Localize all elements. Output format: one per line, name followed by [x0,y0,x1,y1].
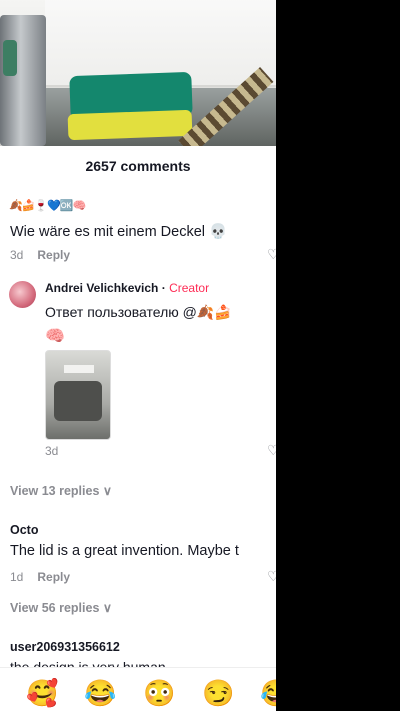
emoji-button[interactable]: 😂 [260,678,276,708]
like-heart-icon[interactable]: ♡ [267,246,276,262]
commenter-name-emoji[interactable]: 🍂🍰🍷💙🆗🧠 [9,199,86,212]
comment-text: Wie wäre es mit einem Deckel 💀 [10,224,228,240]
reply-author-name: Andrei Velichkevich [45,281,159,295]
emoji-button[interactable]: 🥰 [26,678,58,708]
screen: 2657 comments 🍂🍰🍷💙🆗🧠 Wie wäre es mit ein… [0,0,400,711]
reply-button[interactable]: Reply [37,248,70,262]
comment-date: 3d [10,248,24,262]
comment-meta: 3d Reply [10,248,70,262]
faucet [0,15,46,146]
view-replies-button[interactable]: View 56 replies ∨ [10,600,112,615]
creator-badge: Creator [169,281,210,295]
sponge-base [67,109,193,141]
comments-panel: 2657 comments 🍂🍰🍷💙🆗🧠 Wie wäre es mit ein… [0,0,276,711]
video-preview[interactable] [0,0,276,146]
emoji-button[interactable]: 😳 [143,678,175,708]
commenter-name[interactable]: Octo [10,523,38,537]
reply-button[interactable]: Reply [37,570,70,584]
comment-count: 2657 comments [85,158,191,174]
like-heart-icon[interactable]: ♡ [267,568,276,584]
reply-like-heart-icon[interactable]: ♡ [267,442,276,458]
emoji-button[interactable]: 😂 [84,678,116,708]
emoji-reaction-bar: 🥰 😂 😳 😏 😂 [0,667,276,711]
reply-text: Ответ пользователю @🍂🍰 [45,304,232,320]
commenter-name[interactable]: user206931356612 [10,640,120,654]
emoji-button[interactable]: 😏 [202,678,234,708]
view-replies-button[interactable]: View 13 replies ∨ [10,483,112,498]
reply-video-thumbnail[interactable] [45,350,111,440]
comment-text-cut: the design is very human [10,660,166,667]
thumb-highlight [64,365,94,373]
reply-author[interactable]: Andrei Velichkevich · Creator [45,281,209,295]
comment-date: 1d [10,570,24,584]
brain-emoji: 🧠 [45,328,65,345]
comment-meta: 1d Reply [10,570,70,584]
avatar[interactable] [9,281,36,308]
faucet-handle [3,40,17,76]
reply-date: 3d [45,444,59,458]
comment-text: The lid is a great invention. Maybe t [10,543,239,559]
thumb-object [54,381,102,421]
